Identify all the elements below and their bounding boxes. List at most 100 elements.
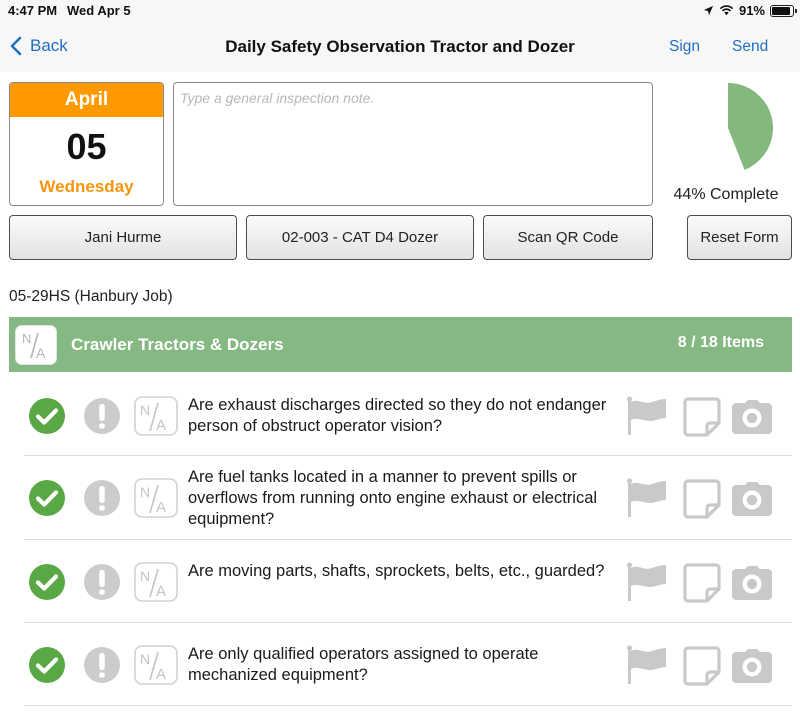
question-text: Are moving parts, shafts, sprockets, bel… [188, 562, 605, 580]
flag-icon [626, 562, 666, 601]
mark-issue-button[interactable] [83, 563, 121, 601]
status-date: Wed Apr 5 [67, 3, 131, 18]
equipment-button[interactable]: 02-003 - CAT D4 Dozer [246, 215, 474, 260]
date-picker-card[interactable]: April 05 Wednesday [9, 82, 164, 206]
na-icon: NA [134, 478, 178, 518]
row-divider [24, 705, 792, 706]
svg-text:N: N [22, 331, 31, 346]
camera-icon [732, 482, 772, 516]
status-time: 4:47 PM [8, 3, 58, 18]
flag-button[interactable] [626, 645, 668, 685]
checklist-row: N A Are only qualified operators assigned … [0, 623, 800, 706]
camera-icon [732, 400, 772, 434]
exclamation-circle-icon [84, 647, 120, 683]
flag-icon [626, 645, 666, 684]
camera-icon [732, 649, 772, 683]
exclamation-circle-icon [84, 398, 120, 434]
mark-ok-button[interactable] [28, 646, 66, 684]
mark-na-button[interactable]: NA [134, 478, 178, 518]
add-note-button[interactable] [683, 479, 721, 519]
section-title: Crawler Tractors & Dozers [71, 334, 284, 354]
sign-button[interactable]: Sign [669, 38, 700, 56]
add-photo-button[interactable] [731, 648, 773, 684]
chevron-left-icon [10, 36, 22, 56]
add-photo-button[interactable] [731, 481, 773, 517]
inspector-button[interactable]: Jani Hurme [9, 215, 237, 260]
check-circle-icon [29, 398, 65, 434]
check-circle-icon [29, 564, 65, 600]
checklist-row: N A Are moving parts, shafts, sprockets, b… [0, 540, 800, 623]
mark-ok-button[interactable] [28, 563, 66, 601]
battery-fill [772, 6, 791, 15]
wifi-icon [719, 5, 734, 16]
section-header[interactable]: N A Crawler Tractors & Dozers 8 / 18 Ite… [9, 317, 792, 372]
mark-na-button[interactable]: NA [134, 562, 178, 602]
svg-text:N: N [140, 484, 150, 500]
send-button[interactable]: Send [732, 38, 768, 56]
mark-ok-button[interactable] [28, 479, 66, 517]
note-icon [683, 479, 721, 519]
camera-icon [732, 566, 772, 600]
question-text: Are fuel tanks located in a manner to pr… [188, 468, 598, 528]
scan-qr-button[interactable]: Scan QR Code [483, 215, 653, 260]
mark-ok-button[interactable] [28, 397, 66, 435]
add-note-button[interactable] [683, 397, 721, 437]
flag-icon [626, 478, 666, 517]
status-bar: 4:47 PM Wed Apr 5 91% [0, 0, 800, 22]
add-note-button[interactable] [683, 646, 721, 686]
flag-button[interactable] [626, 478, 668, 518]
na-icon: N A [22, 331, 46, 361]
add-photo-button[interactable] [731, 565, 773, 601]
check-circle-icon [29, 647, 65, 683]
add-photo-button[interactable] [731, 399, 773, 435]
na-icon: NA [134, 396, 178, 436]
mark-na-button[interactable]: NA [134, 396, 178, 436]
date-weekday: Wednesday [39, 177, 134, 196]
exclamation-circle-icon [84, 564, 120, 600]
flag-icon [626, 396, 666, 435]
progress-pie [690, 82, 780, 174]
svg-text:A: A [156, 499, 166, 516]
section-item-count: 8 / 18 Items [677, 334, 764, 351]
svg-text:A: A [156, 583, 166, 600]
svg-text:A: A [36, 345, 46, 361]
mark-issue-button[interactable] [83, 646, 121, 684]
reset-form-button[interactable]: Reset Form [687, 215, 792, 260]
checklist-row: N A Are fuel tanks located in a manner to … [0, 456, 800, 540]
note-icon [683, 563, 721, 603]
exclamation-circle-icon [84, 480, 120, 516]
progress-pie-slice [728, 83, 774, 170]
svg-text:A: A [156, 417, 166, 434]
date-month: April [10, 83, 163, 117]
job-label: 05-29HS (Hanbury Job) [9, 288, 173, 305]
back-button[interactable]: Back [10, 36, 68, 56]
date-day: 05 [66, 126, 107, 167]
check-circle-icon [29, 480, 65, 516]
note-icon [683, 397, 721, 437]
battery-percent: 91% [738, 3, 765, 18]
note-icon [683, 646, 721, 686]
battery-icon [770, 4, 797, 17]
svg-text:A: A [156, 666, 166, 683]
inspection-note-input[interactable] [173, 82, 653, 206]
location-arrow-icon [703, 5, 714, 16]
mark-issue-button[interactable] [83, 397, 121, 435]
checklist-row: N A Are exhaust discharges directed so the… [0, 380, 800, 456]
na-icon: NA [134, 645, 178, 685]
progress-label: 44% Complete [673, 186, 779, 203]
nav-bar: Back Daily Safety Observation Tractor an… [0, 22, 800, 72]
svg-text:N: N [140, 568, 150, 584]
flag-button[interactable] [626, 396, 668, 436]
back-label: Back [30, 36, 68, 55]
status-right: 91% [703, 3, 797, 18]
add-note-button[interactable] [683, 563, 721, 603]
flag-button[interactable] [626, 562, 668, 602]
question-text: Are only qualified operators assigned to… [188, 645, 539, 684]
section-na-button[interactable]: N A [15, 324, 57, 365]
svg-text:N: N [140, 402, 150, 418]
svg-text:N: N [140, 651, 150, 667]
mark-issue-button[interactable] [83, 479, 121, 517]
question-text: Are exhaust discharges directed so they … [188, 396, 607, 435]
mark-na-button[interactable]: NA [134, 645, 178, 685]
na-icon: NA [134, 562, 178, 602]
